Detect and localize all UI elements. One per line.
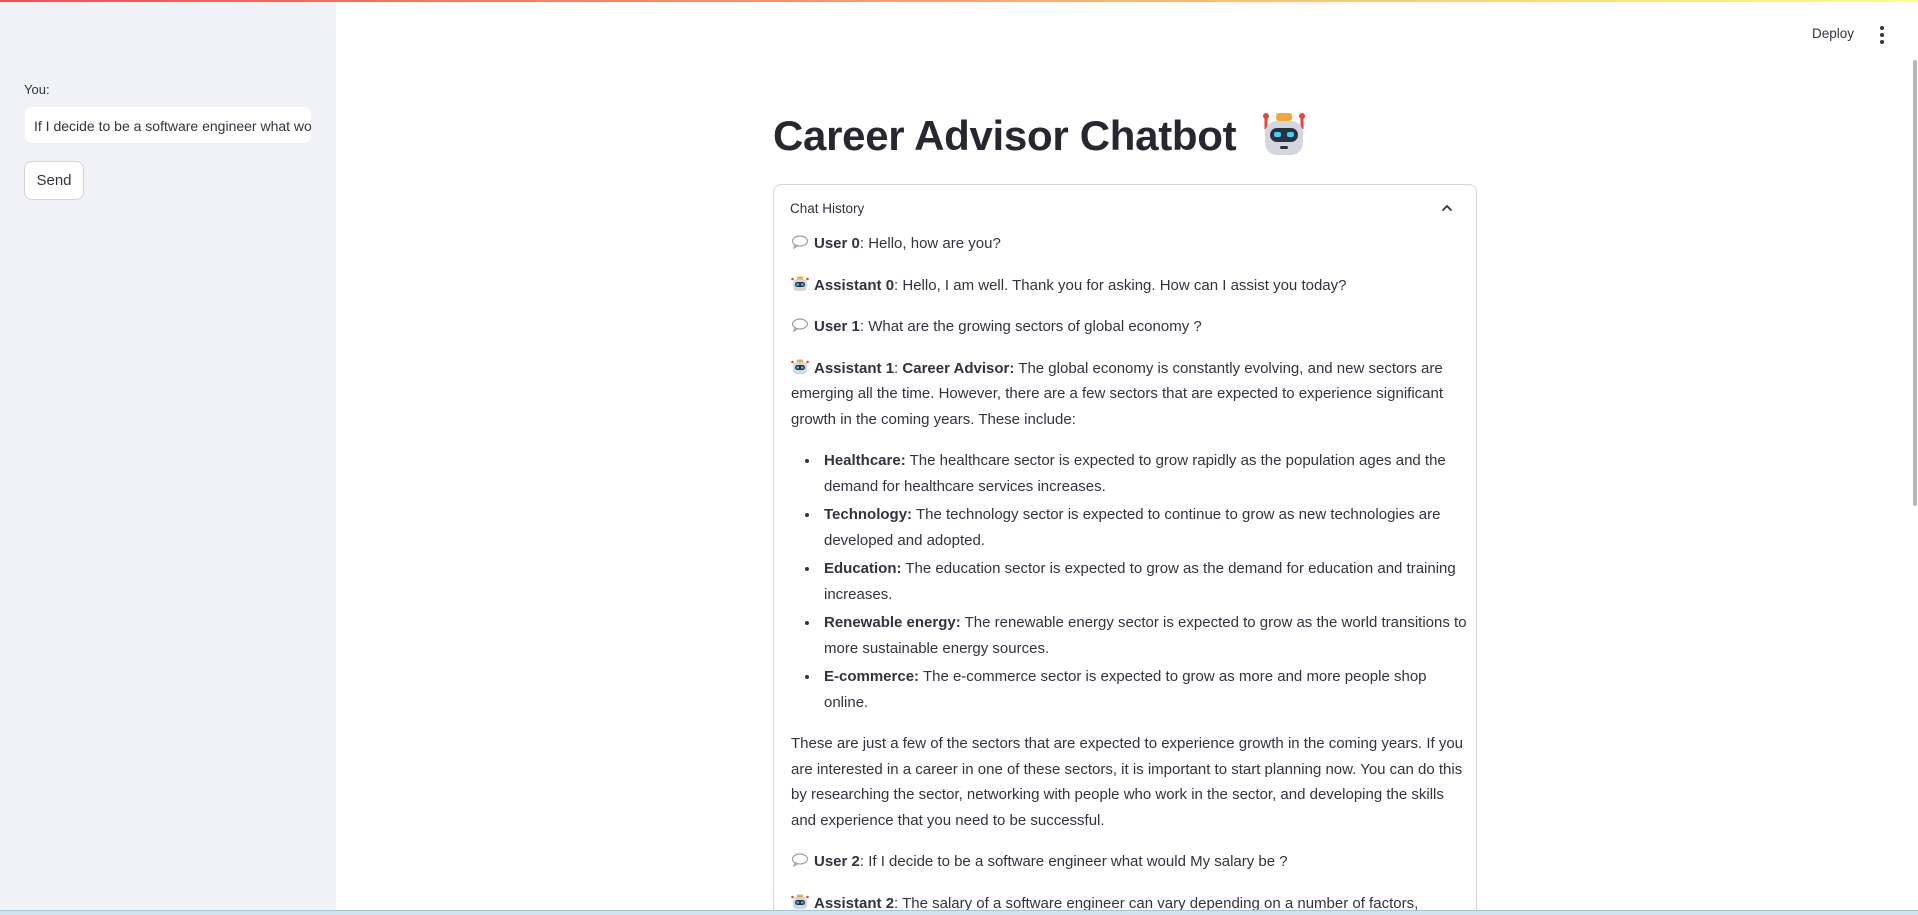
user-message: User 2: If I decide to be a software eng… bbox=[791, 849, 1467, 875]
kebab-menu-icon[interactable] bbox=[1876, 24, 1888, 46]
scrollbar[interactable] bbox=[1913, 60, 1917, 506]
user-message: User 0: Hello, how are you? bbox=[791, 231, 1467, 257]
input-label: You: bbox=[24, 82, 50, 97]
assistant-message: Assistant 1: Career Advisor: The global … bbox=[791, 356, 1467, 433]
speech-bubble-icon bbox=[791, 318, 809, 333]
list-item-term: Healthcare: bbox=[824, 452, 906, 469]
send-button[interactable]: Send bbox=[24, 161, 84, 200]
robot-icon bbox=[791, 359, 809, 374]
list-item-term: Technology: bbox=[824, 506, 913, 523]
bottom-edge bbox=[0, 910, 1918, 915]
speaker-name: Assistant 2 bbox=[814, 894, 895, 912]
list-item: Healthcare: The healthcare sector is exp… bbox=[820, 448, 1467, 499]
robot-icon bbox=[791, 894, 809, 909]
message-text: : Hello, I am well. Thank you for asking… bbox=[894, 276, 1347, 294]
chat-messages: User 0: Hello, how are you? Assistant 0:… bbox=[791, 231, 1467, 915]
list-item-text: The technology sector is expected to con… bbox=[824, 506, 1441, 549]
top-decoration-bar bbox=[0, 0, 1918, 2]
speaker-name: User 0 bbox=[814, 235, 860, 252]
list-item-term: E-commerce: bbox=[824, 668, 920, 685]
list-item: E-commerce: The e-commerce sector is exp… bbox=[820, 664, 1467, 715]
message-input[interactable]: If I decide to be a software engineer wh… bbox=[24, 106, 312, 144]
speaker-name: Assistant 0 bbox=[814, 276, 895, 294]
chat-history-expander: Chat History User 0: Hello, how are you?… bbox=[773, 184, 1477, 915]
career-advisor-label: Career Advisor: bbox=[902, 359, 1015, 377]
sector-list: Healthcare: The healthcare sector is exp… bbox=[791, 448, 1467, 715]
robot-icon bbox=[1262, 112, 1305, 155]
chevron-up-icon[interactable] bbox=[1440, 201, 1454, 215]
list-item: Renewable energy: The renewable energy s… bbox=[820, 610, 1467, 661]
message-text: : Hello, how are you? bbox=[859, 235, 1001, 252]
user-message: User 1: What are the growing sectors of … bbox=[791, 314, 1467, 340]
chat-history-label[interactable]: Chat History bbox=[790, 201, 864, 216]
list-item-term: Education: bbox=[824, 560, 902, 577]
message-text: : If I decide to be a software engineer … bbox=[859, 853, 1288, 870]
speech-bubble-icon bbox=[791, 235, 809, 250]
robot-icon bbox=[791, 276, 809, 291]
deploy-button[interactable]: Deploy bbox=[1812, 26, 1854, 41]
list-item-text: The education sector is expected to grow… bbox=[824, 560, 1456, 603]
speaker-name: Assistant 1 bbox=[814, 359, 895, 377]
speaker-name: User 1 bbox=[814, 318, 860, 335]
speech-bubble-icon bbox=[791, 853, 809, 868]
speaker-name: User 2 bbox=[814, 853, 860, 870]
assistant-message: Assistant 0: Hello, I am well. Thank you… bbox=[791, 273, 1467, 299]
message-text: : What are the growing sectors of global… bbox=[859, 318, 1202, 335]
list-item-text: The healthcare sector is expected to gro… bbox=[824, 452, 1446, 495]
sidebar: You: If I decide to be a software engine… bbox=[0, 0, 336, 915]
page-title: Career Advisor Chatbot bbox=[773, 112, 1308, 163]
list-item: Technology: The technology sector is exp… bbox=[820, 502, 1467, 553]
list-item: Education: The education sector is expec… bbox=[820, 556, 1467, 607]
list-item-term: Renewable energy: bbox=[824, 614, 961, 631]
page-title-text: Career Advisor Chatbot bbox=[773, 112, 1237, 159]
assistant-closing-paragraph: These are just a few of the sectors that… bbox=[791, 735, 1464, 829]
